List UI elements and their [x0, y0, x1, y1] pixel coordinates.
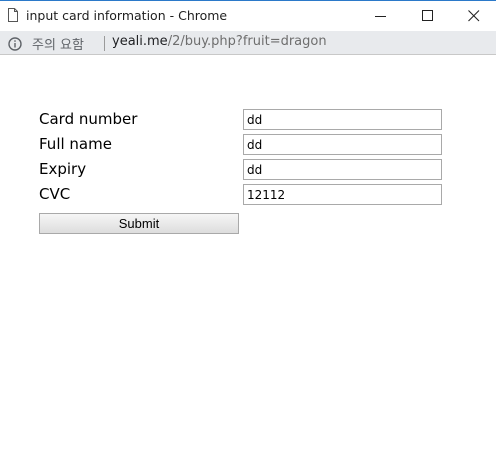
expiry-row: Expiry [39, 159, 443, 181]
card-number-input[interactable] [243, 109, 442, 130]
page-content: Card number Full name Expiry CVC Submit [0, 55, 496, 458]
address-bar[interactable]: 주의 요함 yeali.me/2/buy.php?fruit=dragon [0, 31, 496, 55]
submit-button[interactable]: Submit [39, 213, 239, 234]
url-path: /2/buy.php?fruit=dragon [167, 34, 327, 49]
expiry-input[interactable] [243, 159, 442, 180]
page-icon [8, 7, 18, 22]
minimize-icon [375, 16, 386, 17]
address-separator [104, 36, 105, 51]
card-number-row: Card number [39, 109, 443, 131]
maximize-icon [422, 10, 433, 21]
full-name-row: Full name [39, 134, 443, 156]
full-name-input[interactable] [243, 134, 442, 155]
cvc-row: CVC [39, 184, 443, 206]
expiry-label: Expiry [39, 160, 87, 178]
full-name-label: Full name [39, 135, 112, 153]
card-number-label: Card number [39, 110, 138, 128]
close-icon [468, 10, 480, 22]
minimize-button[interactable] [358, 1, 404, 31]
maximize-button[interactable] [405, 1, 451, 31]
security-status[interactable]: 주의 요함 [32, 34, 84, 53]
title-bar: input card information - Chrome [0, 0, 496, 31]
cvc-input[interactable] [243, 184, 442, 205]
window-title: input card information - Chrome [26, 8, 228, 23]
url-host: yeali.me [112, 34, 168, 49]
browser-window: input card information - Chrome 주의 요함 ye… [0, 0, 496, 458]
url-text[interactable]: yeali.me/2/buy.php?fruit=dragon [112, 34, 327, 49]
cvc-label: CVC [39, 185, 71, 203]
close-button[interactable] [451, 1, 496, 31]
info-icon[interactable] [8, 36, 22, 51]
